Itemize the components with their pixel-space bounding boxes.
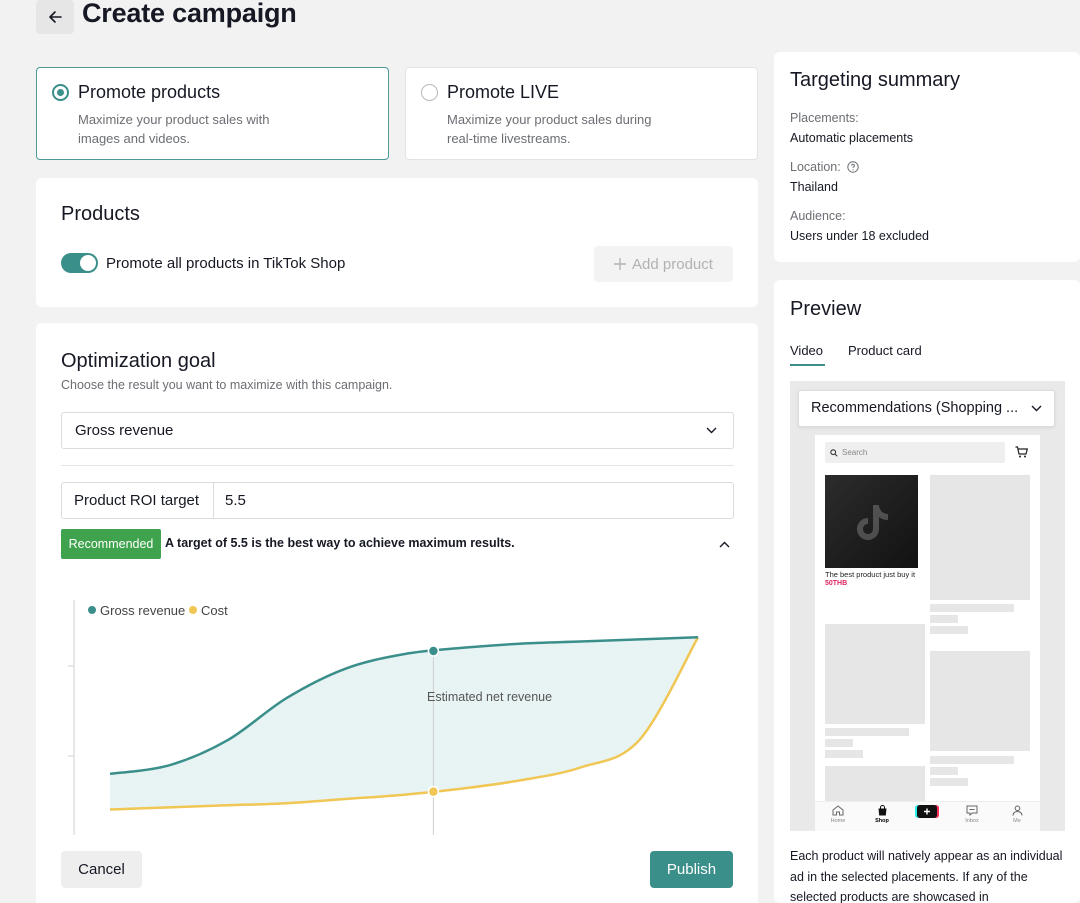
location-value: Thailand — [790, 180, 838, 194]
home-icon — [832, 805, 844, 816]
phone-bottom-nav: Home Shop Inbox Me — [815, 801, 1040, 831]
back-button[interactable] — [36, 0, 74, 34]
tiktok-logo-icon — [856, 504, 888, 540]
promote-products-radio[interactable] — [52, 84, 69, 101]
roi-target-value: 5.5 — [225, 492, 246, 509]
placeholder-card — [825, 624, 925, 724]
placeholder-line — [930, 756, 1014, 764]
tab-product-card[interactable]: Product card — [848, 343, 922, 358]
placeholder-line — [930, 778, 968, 786]
phone-search-placeholder: Search — [842, 448, 868, 457]
audience-value: Users under 18 excluded — [790, 229, 929, 243]
plus-icon — [614, 258, 627, 270]
revenue-cost-chart: Gross revenue Cost Estimated net revenue — [68, 600, 700, 835]
preview-area: Search The best product just buy it 50TH… — [790, 381, 1065, 831]
audience-label: Audience: — [790, 209, 846, 223]
cost-marker-point — [427, 785, 440, 798]
collapse-button[interactable] — [719, 535, 730, 553]
add-product-button[interactable]: Add product — [594, 246, 733, 282]
create-plus-icon — [915, 805, 939, 818]
add-product-label: Add product — [632, 255, 713, 273]
placeholder-card — [930, 475, 1030, 600]
page-title: Create campaign — [82, 0, 297, 28]
promote-all-label: Promote all products in TikTok Shop — [106, 255, 346, 272]
legend-gross-revenue-label: Gross revenue — [100, 603, 185, 618]
optimization-subtitle: Choose the result you want to maximize w… — [61, 378, 393, 392]
optimization-title: Optimization goal — [61, 350, 216, 372]
legend-cost-label: Cost — [201, 603, 228, 618]
roi-target-label: Product ROI target — [62, 483, 214, 518]
product-video-thumbnail — [825, 475, 918, 568]
promote-products-description: Maximize your product sales with images … — [78, 112, 270, 146]
nav-home: Home — [823, 805, 853, 824]
phone-mockup: Search The best product just buy it 50TH… — [815, 435, 1040, 831]
cart-icon — [1015, 446, 1028, 458]
location-label: Location: — [790, 160, 841, 174]
profile-icon — [1012, 805, 1022, 816]
recommendation-text: A target of 5.5 is the best way to achie… — [165, 536, 515, 550]
product-price: 50THB — [825, 580, 848, 587]
placeholder-card — [825, 766, 925, 806]
products-card — [36, 178, 758, 307]
promote-live-radio[interactable] — [421, 84, 438, 101]
placeholder-line — [930, 767, 958, 775]
nav-create — [912, 805, 942, 820]
nav-shop: Shop — [867, 805, 897, 824]
recommended-badge: Recommended — [61, 529, 161, 559]
placeholder-line — [825, 739, 853, 747]
help-icon[interactable] — [847, 161, 859, 173]
nav-inbox: Inbox — [957, 805, 987, 824]
promote-all-toggle[interactable] — [61, 253, 98, 273]
placeholder-line — [930, 626, 968, 634]
goal-select-value: Gross revenue — [75, 422, 174, 439]
placeholder-line — [930, 604, 1014, 612]
phone-search-bar: Search — [825, 442, 1005, 463]
net-revenue-area — [110, 637, 698, 810]
nav-me: Me — [1002, 805, 1032, 824]
tab-video[interactable]: Video — [790, 343, 823, 358]
placeholder-line — [825, 728, 909, 736]
product-caption: The best product just buy it — [825, 570, 916, 579]
chart-annotation: Estimated net revenue — [427, 690, 552, 704]
chevron-up-icon — [719, 541, 730, 548]
promote-live-description: Maximize your product sales during real-… — [447, 112, 652, 146]
placeholder-card — [930, 651, 1030, 751]
cancel-button[interactable]: Cancel — [61, 851, 142, 888]
placement-select[interactable]: Recommendations (Shopping ... — [798, 390, 1055, 427]
roi-target-field[interactable]: Product ROI target 5.5 — [61, 482, 734, 519]
preview-title: Preview — [790, 298, 862, 320]
nav-shop-label: Shop — [875, 818, 889, 824]
publish-button[interactable]: Publish — [650, 851, 733, 888]
placement-select-value: Recommendations (Shopping ... — [811, 400, 1019, 416]
goal-select[interactable]: Gross revenue — [61, 412, 734, 449]
promote-live-option[interactable]: Promote LIVE Maximize your product sales… — [405, 67, 758, 160]
divider — [61, 465, 734, 466]
tab-video-underline — [790, 364, 825, 366]
nav-inbox-label: Inbox — [965, 818, 979, 824]
placements-label: Placements: — [790, 111, 859, 125]
nav-home-label: Home — [830, 818, 846, 824]
placeholder-line — [930, 615, 958, 623]
promote-products-option[interactable]: Promote products Maximize your product s… — [36, 67, 389, 160]
arrow-left-icon — [49, 11, 62, 23]
inbox-icon — [966, 805, 978, 817]
gross-revenue-marker-point — [427, 645, 440, 657]
nav-me-label: Me — [1013, 818, 1021, 824]
chevron-down-icon — [706, 427, 717, 434]
legend-cost-swatch — [189, 606, 197, 614]
placements-value: Automatic placements — [790, 131, 913, 145]
promote-products-title: Promote products — [78, 82, 221, 102]
chevron-down-icon — [1031, 405, 1042, 412]
targeting-summary-title: Targeting summary — [790, 69, 961, 91]
products-title: Products — [61, 203, 140, 225]
promote-live-title: Promote LIVE — [447, 82, 560, 102]
preview-footer-text: Each product will natively appear as an … — [790, 849, 1063, 903]
shopping-bag-icon — [878, 805, 886, 816]
legend-gross-revenue-swatch — [88, 606, 96, 614]
search-icon — [830, 448, 838, 457]
placeholder-line — [825, 750, 863, 758]
